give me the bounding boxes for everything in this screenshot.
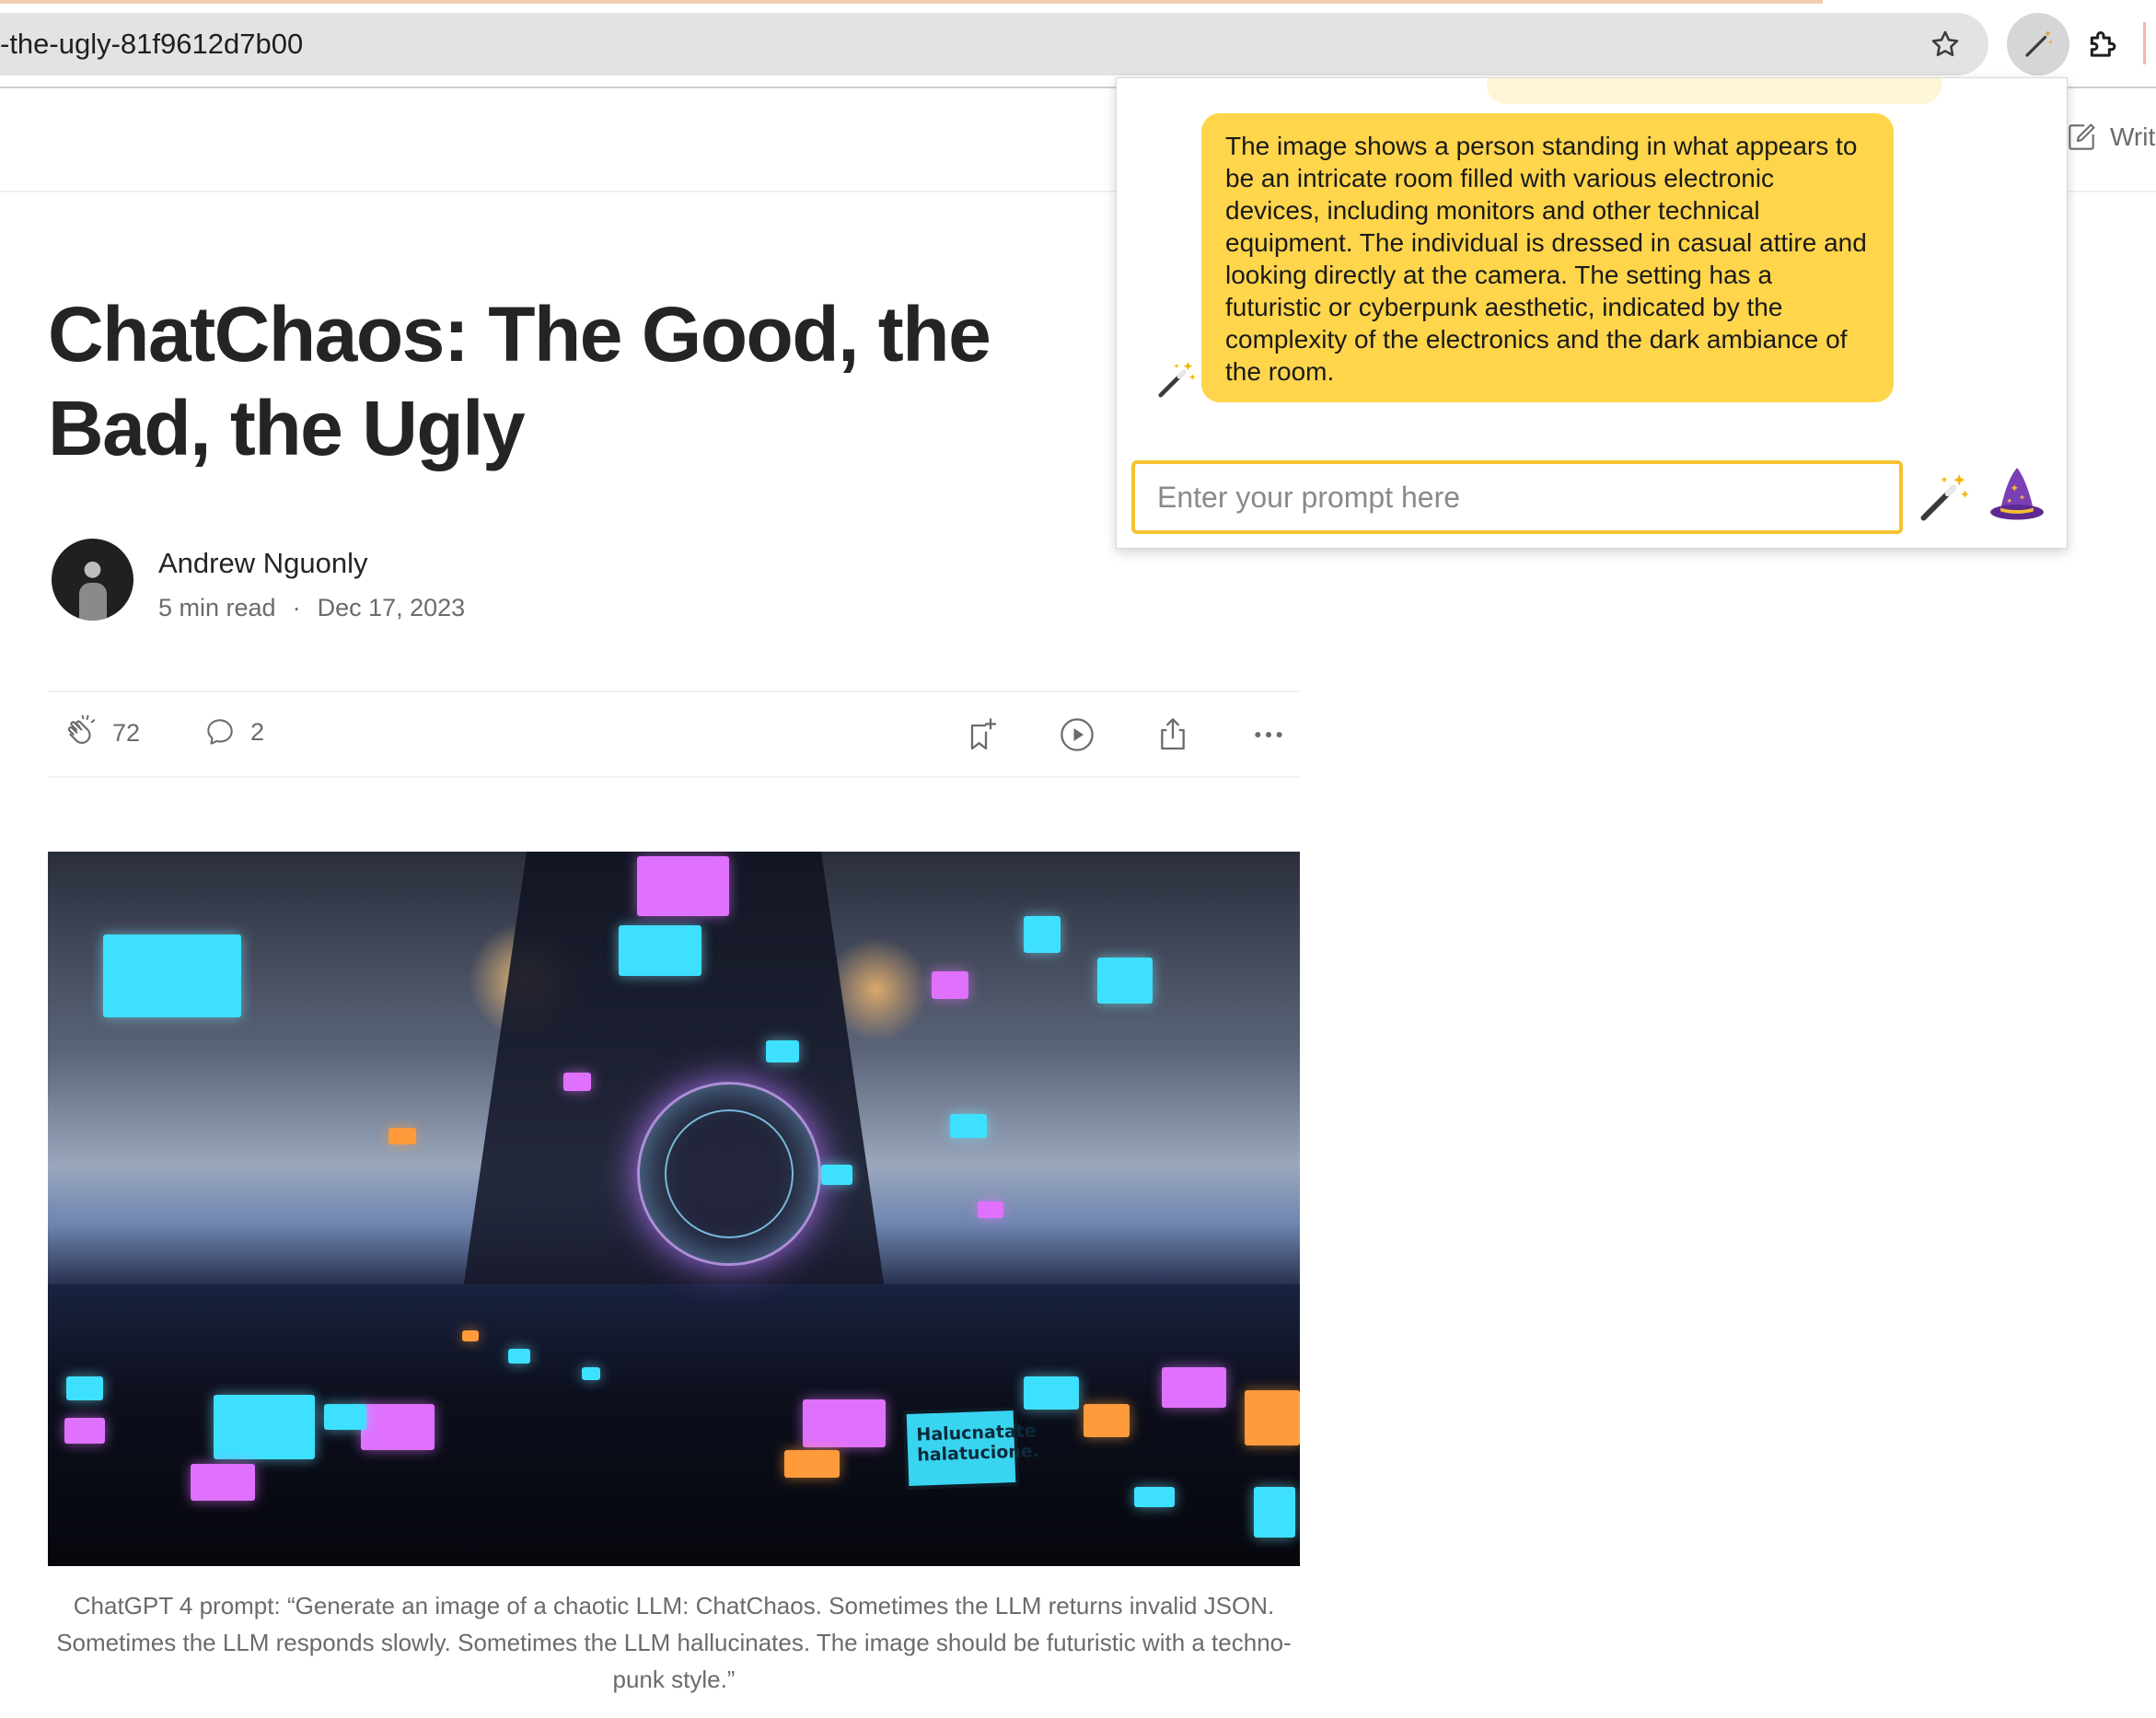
play-icon <box>1061 718 1094 751</box>
article-title: ChatChaos: The Good, the Bad, the Ugly <box>48 291 991 471</box>
bookmark-add-icon <box>970 718 997 750</box>
extension-popup: The image shows a person standing in wha… <box>1116 77 2068 549</box>
puzzle-icon <box>2090 31 2116 57</box>
meta-separator: · <box>292 594 301 621</box>
article-meta: 5 min read · Dec 17, 2023 <box>158 594 465 622</box>
author-name[interactable]: Andrew Nguonly <box>158 547 367 580</box>
assistant-avatar <box>1153 356 1200 402</box>
clap-button[interactable]: 72 <box>63 714 140 751</box>
extension-wand-button[interactable] <box>2007 13 2069 75</box>
listen-button[interactable] <box>1055 713 1099 757</box>
comment-count: 2 <box>250 717 265 746</box>
send-prompt-button[interactable] <box>1912 465 1976 529</box>
comment-icon <box>207 719 233 745</box>
write-icon <box>2069 123 2095 150</box>
clap-count: 72 <box>112 718 141 747</box>
previous-message-edge <box>1487 78 1942 104</box>
article-action-bar: 72 2 <box>48 691 1300 778</box>
window-edge <box>2143 22 2152 64</box>
bookmark-star-button[interactable] <box>1926 25 1965 64</box>
comments-button[interactable]: 2 <box>203 714 264 749</box>
share-button[interactable] <box>1151 713 1195 757</box>
write-label: Writ <box>2110 122 2156 151</box>
star-icon <box>1931 30 1959 57</box>
url-text[interactable]: -the-ugly-81f9612d7b00 <box>0 28 303 61</box>
magic-wand-icon <box>2025 30 2053 57</box>
more-dots-icon <box>1255 732 1282 737</box>
page-load-strip <box>0 0 1823 4</box>
share-icon <box>1161 718 1185 750</box>
magic-wand-icon <box>1158 361 1196 398</box>
magic-wand-icon <box>1920 474 1969 521</box>
article-hero-image: Halucnatate halatucione. <box>48 852 1300 1566</box>
write-link[interactable]: Writ <box>2064 120 2155 155</box>
publish-date: Dec 17, 2023 <box>317 594 466 621</box>
wizard-hat-icon <box>1990 468 2044 520</box>
prompt-input[interactable] <box>1131 460 1903 534</box>
author-avatar[interactable] <box>52 539 133 621</box>
extensions-button[interactable] <box>2079 20 2128 70</box>
clap-icon <box>67 714 96 744</box>
save-bookmark-button[interactable] <box>959 713 1003 757</box>
assistant-response-bubble: The image shows a person standing in wha… <box>1201 113 1894 402</box>
wizard-hat-button[interactable] <box>1982 459 2052 529</box>
read-time: 5 min read <box>158 594 276 621</box>
more-options-button[interactable] <box>1246 713 1291 757</box>
hero-sign-text: Halucnatate halatucione. <box>902 1406 1039 1491</box>
image-caption: ChatGPT 4 prompt: “Generate an image of … <box>56 1592 1292 1693</box>
